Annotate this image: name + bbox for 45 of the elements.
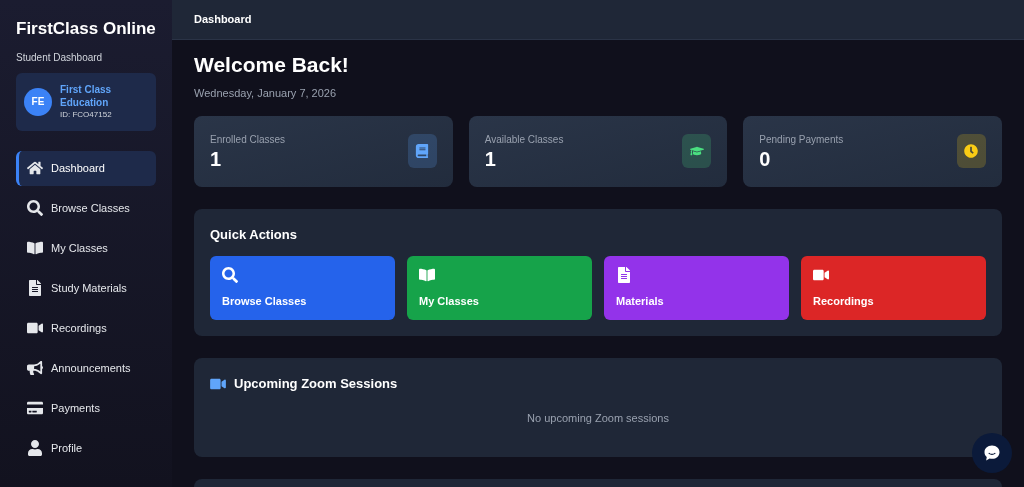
stat-value: 1 xyxy=(484,146,497,171)
app-subtitle: Student Dashboard xyxy=(16,50,104,65)
nav-item[interactable]: Study Materials xyxy=(16,270,156,306)
nav-item[interactable]: Recordings xyxy=(16,310,156,346)
stat-label: Pending Payments xyxy=(759,132,844,147)
video-camera-icon xyxy=(210,376,226,391)
avatar: FE xyxy=(24,87,52,116)
book-icon xyxy=(415,144,430,158)
profile-id: ID: FCO47152 xyxy=(60,108,113,121)
clock-icon xyxy=(964,144,979,158)
home-icon xyxy=(27,160,43,176)
profile-name: First Class Education xyxy=(60,82,113,109)
section-heading: Quick Actions xyxy=(210,225,298,244)
nav-item[interactable]: Payments xyxy=(16,390,156,426)
credit-card-icon xyxy=(27,400,43,416)
open-book-icon xyxy=(27,240,43,256)
quick-action-button[interactable]: Browse Classes xyxy=(210,256,395,320)
search-icon xyxy=(27,200,43,216)
section-heading: Upcoming Zoom Sessions xyxy=(234,375,398,393)
welcome-heading: Welcome Back! xyxy=(194,52,350,78)
stat-value: 0 xyxy=(759,146,772,171)
quick-action-button[interactable]: Recordings xyxy=(801,256,986,320)
stat-value: 1 xyxy=(210,146,223,171)
document-icon xyxy=(27,280,43,296)
document-icon xyxy=(616,266,632,283)
nav-item[interactable]: Dashboard xyxy=(16,150,156,186)
open-book-icon xyxy=(419,266,435,283)
video-camera-icon xyxy=(27,320,43,336)
page-title: Dashboard xyxy=(194,12,252,28)
app-title: FirstClass Online xyxy=(16,18,156,40)
megaphone-icon xyxy=(27,360,43,376)
empty-message: No upcoming Zoom sessions xyxy=(526,410,670,426)
quick-action-button[interactable]: Materials xyxy=(604,256,789,320)
search-icon xyxy=(222,266,238,283)
user-icon xyxy=(27,440,43,456)
nav-item[interactable]: Announcements xyxy=(16,350,156,386)
nav-item[interactable]: My Classes xyxy=(16,230,156,266)
stat-label: Available Classes xyxy=(484,132,564,147)
nav-item[interactable]: Profile xyxy=(16,430,156,466)
chat-bubble-icon xyxy=(982,443,1002,463)
stat-label: Enrolled Classes xyxy=(210,132,286,147)
graduation-cap-icon xyxy=(689,144,704,158)
date-text: Wednesday, January 7, 2026 xyxy=(194,86,338,101)
nav-item[interactable]: Browse Classes xyxy=(16,190,156,226)
chat-button[interactable] xyxy=(972,433,1012,473)
